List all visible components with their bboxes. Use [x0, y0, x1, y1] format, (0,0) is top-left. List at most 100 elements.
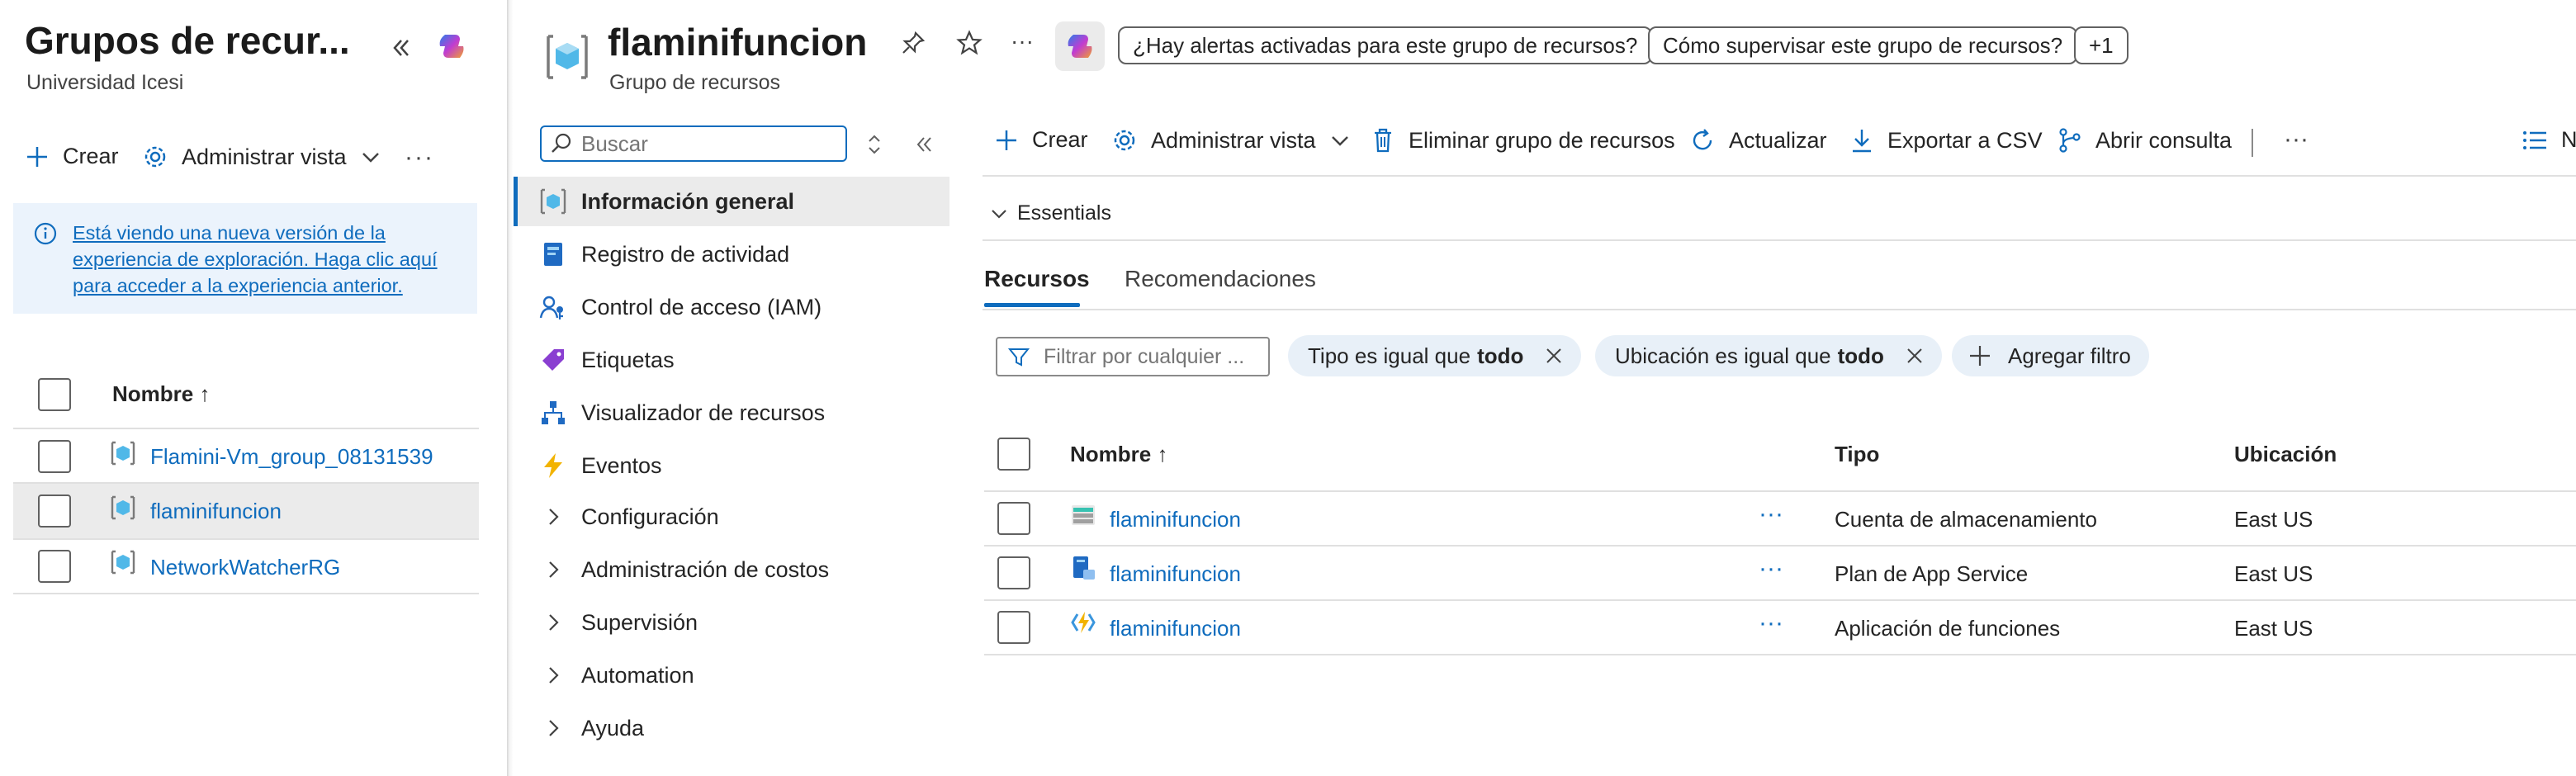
row-checkbox[interactable]	[38, 440, 71, 473]
column-header-type[interactable]: Tipo	[1835, 442, 1879, 467]
nav-group-cost-management[interactable]: Administración de costos	[537, 545, 829, 594]
plus-icon	[994, 128, 1019, 153]
list-item[interactable]: NetworkWatcherRG	[13, 540, 479, 593]
add-filter-button[interactable]: Agregar filtro	[1952, 335, 2149, 376]
nav-item-label: Etiquetas	[581, 347, 675, 372]
filter-pill-prefix: Ubicación es igual que	[1615, 343, 1831, 368]
row-checkbox[interactable]	[38, 494, 71, 528]
row-checkbox[interactable]	[38, 550, 71, 583]
row-checbox[interactable]	[997, 502, 1030, 535]
column-header-name[interactable]: Nombre ↑	[112, 381, 210, 407]
nav-item-iam[interactable]: Control de acceso (IAM)	[537, 282, 822, 332]
open-query-button[interactable]: Abrir consulta	[2057, 127, 2232, 154]
tab-resources[interactable]: Recursos	[984, 266, 1090, 292]
refresh-button[interactable]: Actualizar	[1689, 127, 1827, 154]
nav-group-configuration[interactable]: Configuración	[537, 492, 719, 542]
filter-pill-location[interactable]: Ubicación es igual que todo	[1595, 335, 1942, 376]
query-icon	[2057, 127, 2082, 154]
nav-group-monitoring[interactable]: Supervisión	[537, 598, 698, 647]
table-row[interactable]: flaminifuncion ··· Aplicación de funcion…	[984, 601, 2576, 654]
row-name-link[interactable]: flaminifuncion	[1110, 507, 1241, 532]
essentials-toggle[interactable]: Essentials	[989, 201, 1111, 225]
banner-link[interactable]: Está viendo una nueva versión de la expe…	[73, 220, 469, 299]
app-service-plan-icon	[1070, 555, 1096, 581]
column-header-name[interactable]: Nombre ↑	[1070, 442, 1167, 467]
pin-icon[interactable]	[900, 30, 926, 56]
resource-visualizer-icon	[537, 396, 570, 429]
close-icon[interactable]	[1906, 347, 1924, 365]
row-name-link[interactable]: flaminifuncion	[1110, 561, 1241, 587]
close-icon[interactable]	[1545, 347, 1563, 365]
list-view-button[interactable]: N	[2522, 127, 2576, 153]
nav-item-selected-indicator	[514, 177, 518, 226]
chevron-right-icon	[537, 606, 570, 639]
row-name-link[interactable]: flaminifuncion	[150, 499, 282, 524]
more-options-icon[interactable]: ···	[1011, 28, 1034, 54]
copilot-icon[interactable]	[433, 28, 470, 64]
collapse-double-chevron-icon[interactable]	[912, 132, 936, 157]
filter-pill-type[interactable]: Tipo es igual que todo	[1288, 335, 1582, 376]
search-input[interactable]	[580, 130, 831, 158]
gear-icon	[142, 144, 168, 170]
row-checkbox[interactable]	[997, 556, 1030, 589]
copilot-button[interactable]	[1055, 21, 1105, 71]
copilot-prompt-more[interactable]: +1	[2074, 26, 2129, 64]
filter-icon	[1007, 345, 1030, 368]
list-item[interactable]: Flamini-Vm_group_08131539	[13, 431, 479, 482]
nav-item-events[interactable]: Eventos	[537, 441, 662, 490]
row-name-link[interactable]: flaminifuncion	[1110, 616, 1241, 641]
collapse-double-chevron-icon[interactable]	[384, 31, 417, 64]
filter-box[interactable]	[996, 337, 1270, 376]
nav-item-overview[interactable]: Información general	[537, 177, 794, 226]
nav-group-automation[interactable]: Automation	[537, 651, 694, 700]
filter-input[interactable]	[1042, 343, 1260, 370]
nav-item-resource-visualizer[interactable]: Visualizador de recursos	[537, 388, 825, 438]
page-title: Grupos de recur...	[25, 19, 350, 62]
export-csv-button[interactable]: Exportar a CSV	[1849, 127, 2043, 154]
more-options-icon[interactable]: ···	[405, 144, 434, 172]
search-box[interactable]	[540, 125, 847, 162]
copilot-prompt-alerts[interactable]: ¿Hay alertas activadas para este grupo d…	[1118, 26, 1653, 64]
create-button[interactable]: Crear	[25, 144, 119, 169]
row-more-icon[interactable]: ···	[1759, 500, 1783, 528]
nav-group-help[interactable]: Ayuda	[537, 703, 644, 753]
chevron-right-icon	[537, 712, 570, 745]
download-icon	[1849, 127, 1874, 154]
nav-item-tags[interactable]: Etiquetas	[537, 335, 675, 385]
star-icon[interactable]	[956, 30, 983, 56]
row-location: East US	[2234, 507, 2313, 532]
chevron-down-icon	[360, 146, 381, 168]
refresh-icon	[1689, 127, 1716, 154]
row-type: Plan de App Service	[1835, 561, 2029, 586]
filter-pill-value: todo	[1477, 343, 1524, 368]
row-name-link[interactable]: Flamini-Vm_group_08131539	[150, 444, 433, 470]
row-more-icon[interactable]: ···	[1759, 555, 1783, 583]
manage-view-button[interactable]: Administrar vista	[1111, 127, 1351, 154]
tab-recommendations[interactable]: Recomendaciones	[1125, 266, 1316, 292]
table-row[interactable]: flaminifuncion ··· Cuenta de almacenamie…	[984, 492, 2576, 545]
select-all-checkbox[interactable]	[997, 438, 1030, 471]
row-checkbox[interactable]	[997, 611, 1030, 644]
list-item[interactable]: flaminifuncion	[13, 484, 479, 538]
row-location: East US	[2234, 561, 2313, 586]
sort-updown-icon[interactable]	[864, 132, 885, 157]
list-view-label: N	[2561, 127, 2576, 152]
create-button[interactable]: Crear	[994, 127, 1088, 153]
nav-item-activity-log[interactable]: Registro de actividad	[537, 229, 789, 279]
list-icon	[2522, 128, 2548, 153]
copilot-prompt-monitor[interactable]: Cómo supervisar este grupo de recursos?	[1648, 26, 2078, 64]
storage-account-icon	[1070, 502, 1096, 528]
row-more-icon[interactable]: ···	[1759, 609, 1783, 637]
more-options-icon[interactable]: ···	[2284, 125, 2308, 154]
nav-item-label: Control de acceso (IAM)	[581, 294, 822, 319]
manage-view-button[interactable]: Administrar vista	[142, 144, 381, 170]
delete-resource-group-button[interactable]: Eliminar grupo de recursos	[1371, 127, 1675, 154]
table-row[interactable]: flaminifuncion ··· Plan de App Service E…	[984, 547, 2576, 599]
row-name-link[interactable]: NetworkWatcherRG	[150, 555, 340, 580]
panel-divider	[507, 0, 514, 776]
iam-icon	[537, 291, 570, 324]
resource-subtitle: Grupo de recursos	[609, 71, 781, 94]
resource-group-icon	[542, 31, 593, 83]
column-header-location[interactable]: Ubicación	[2234, 442, 2337, 467]
select-all-checkbox[interactable]	[38, 378, 71, 411]
